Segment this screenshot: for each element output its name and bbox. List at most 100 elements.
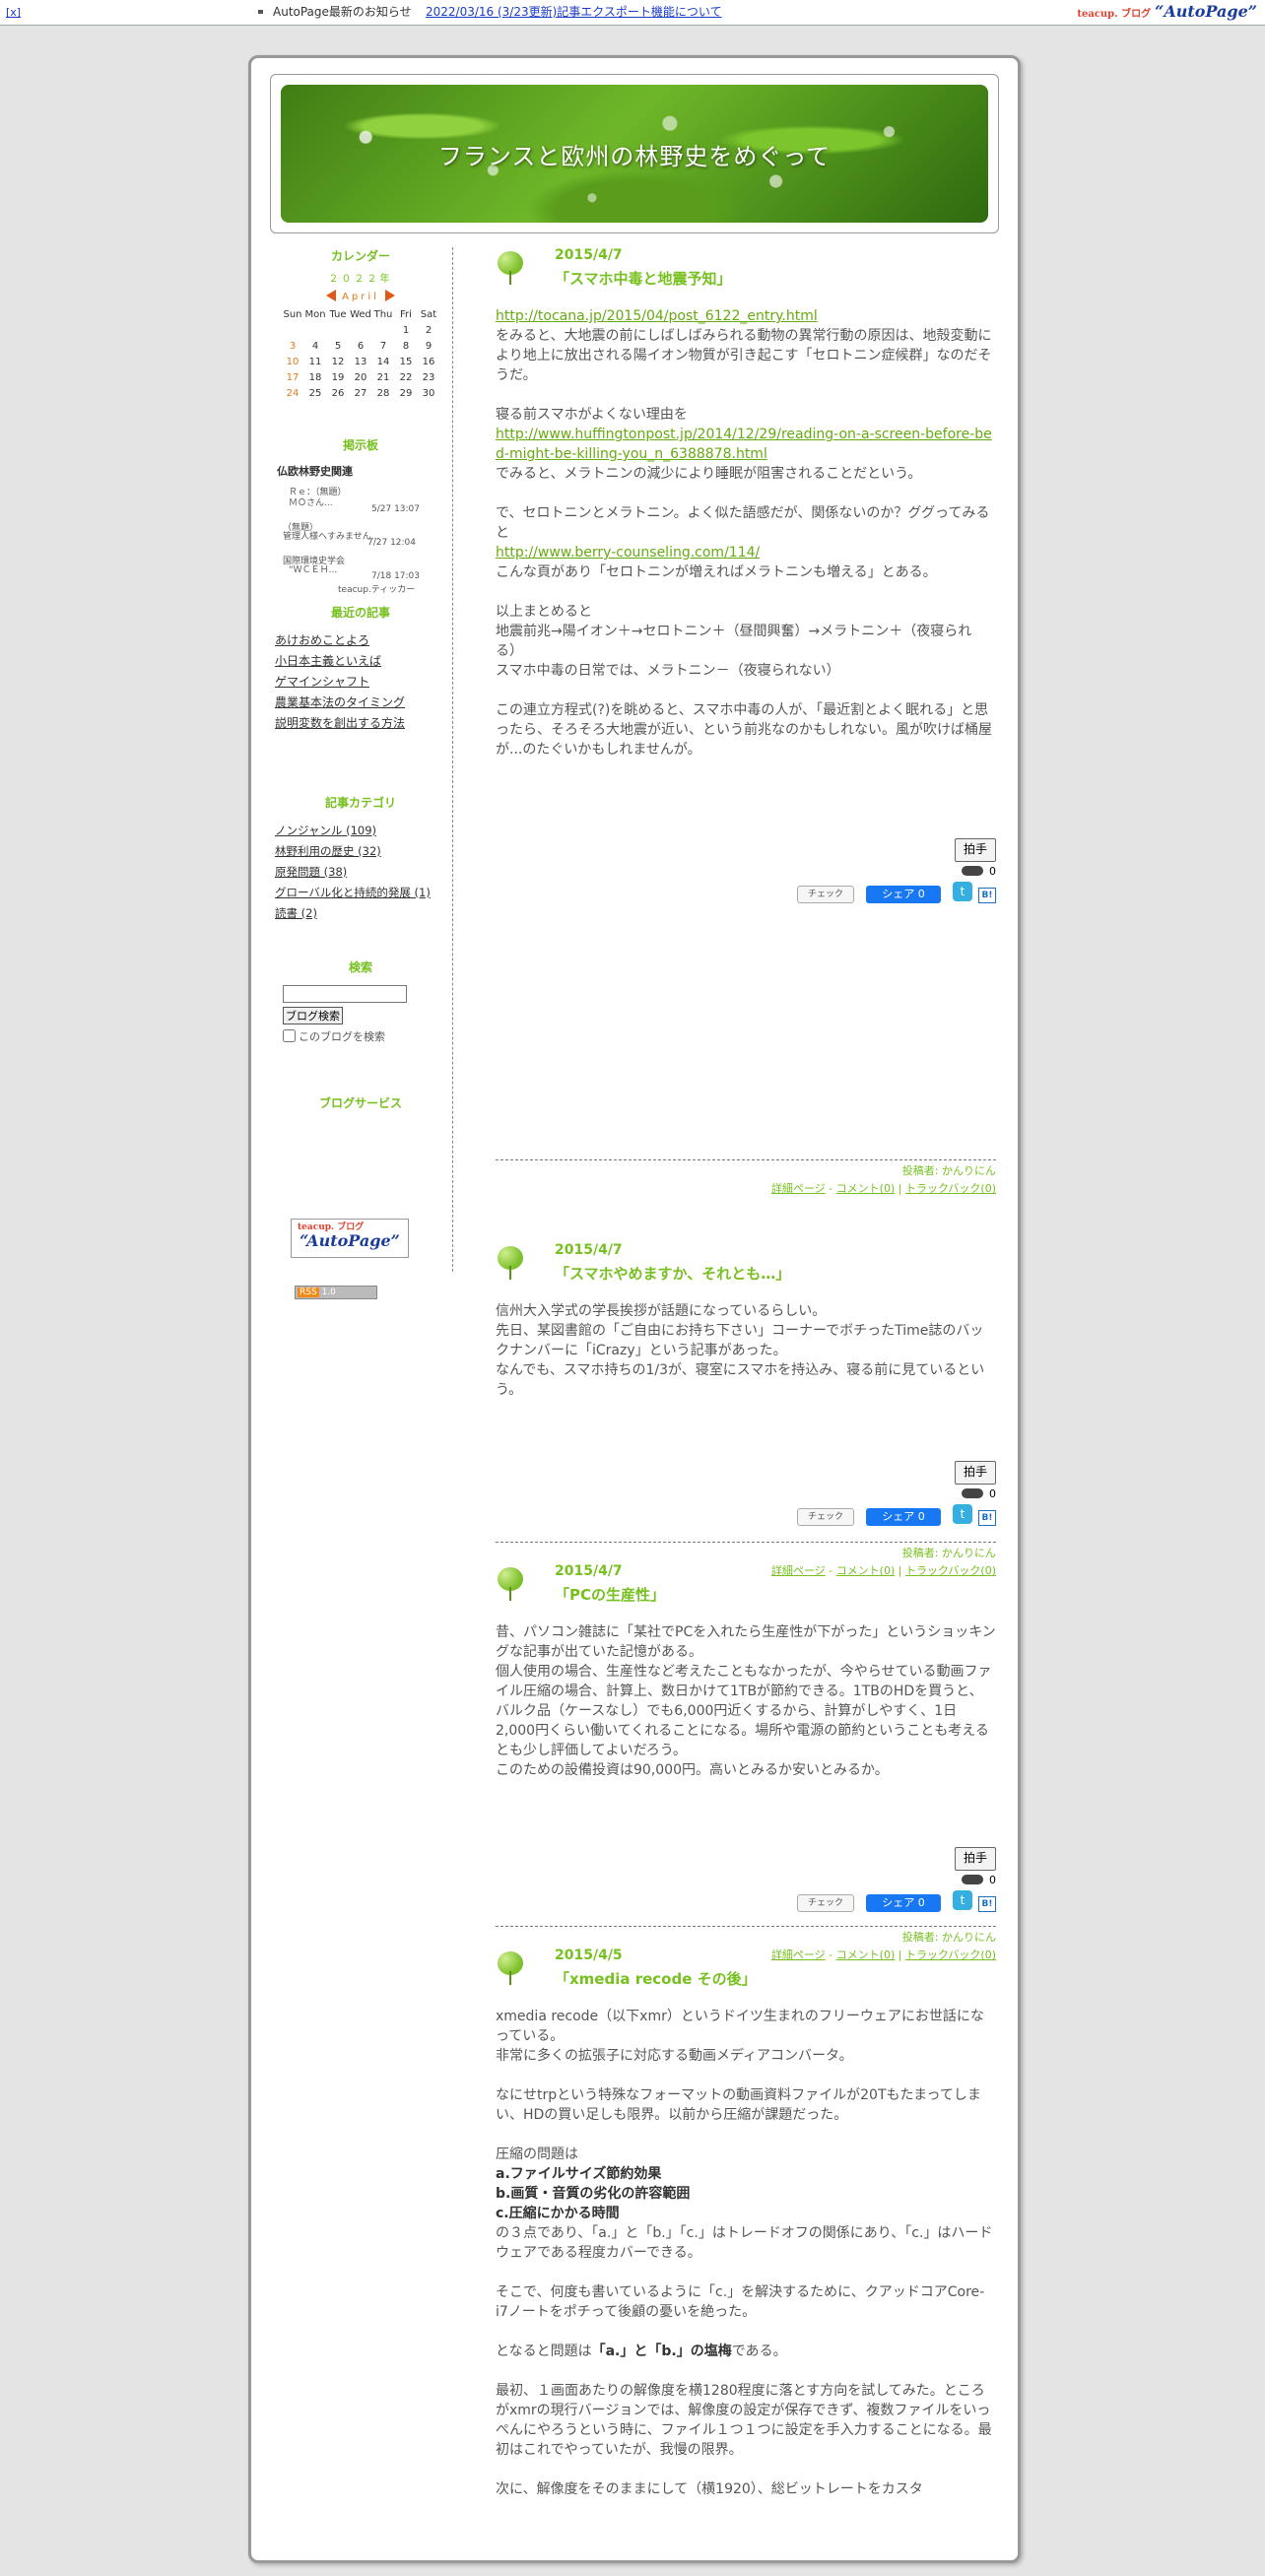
recent-post-link[interactable]: 小日本主義といえば xyxy=(275,654,381,668)
bbs-entry[interactable]: 管理人様へすみません... xyxy=(283,529,379,542)
notice-link[interactable]: 2022/03/16 (3/23更新)記事エクスポート機能について xyxy=(426,0,722,25)
calendar-day: 18 xyxy=(308,371,322,383)
search-scope-label[interactable]: このブログを検索 xyxy=(283,1028,452,1045)
post-text: 圧縮の問題は xyxy=(496,2147,578,2162)
post-date: 2015/4/7 xyxy=(555,247,623,263)
category-link[interactable]: 読書 (2) xyxy=(275,906,317,920)
post-text: 先日、某図書館の「ご自由にお持ち下さい」コーナーでボチったTime誌のバックナン… xyxy=(496,1323,984,1358)
post-text: なんでも、スマホ持ちの1/3が、寝室にスマホを持込み、寝る前に見ているという。 xyxy=(496,1362,985,1398)
bbs-entry[interactable]: “ＷＣＥＨ... xyxy=(289,562,337,575)
post-link[interactable]: http://www.berry-counseling.com/114/ xyxy=(496,545,760,561)
search-input[interactable] xyxy=(283,985,407,1003)
post-text: 地震前兆→陽イオン＋→セロトニン＋（昼間興奮）→メラトニン＋（夜寝られる） xyxy=(496,624,972,659)
calendar-day xyxy=(372,322,395,338)
detail-link[interactable]: 詳細ページ xyxy=(771,1182,826,1195)
post-title-link[interactable]: 「スマホやめますか、それとも…」 xyxy=(555,1264,790,1284)
clap-count: 0 xyxy=(989,1487,996,1500)
recent-post-link[interactable]: あけおめことよろ xyxy=(275,633,369,647)
bbs-entry-date: 7/18 17:03 xyxy=(371,571,421,581)
post-text: 非常に多くの拡張子に対応する動画メディアコンバータ。 xyxy=(496,2048,853,2064)
calendar-day: 23 xyxy=(422,371,435,383)
rss-label: RSS xyxy=(298,1288,319,1297)
post-title-link[interactable]: 「PCの生産性」 xyxy=(555,1585,665,1605)
category-link[interactable]: 原発問題 (38) xyxy=(275,865,347,879)
post-body: http://tocana.jp/2015/04/post_6122_entry… xyxy=(496,306,996,760)
prev-month-arrow-icon[interactable] xyxy=(326,290,337,301)
blog-post: 2015/4/7 「スマホやめますか、それとも…」 信州大入学式の学長挨拶が話題… xyxy=(496,1240,996,1577)
recent-post-link[interactable]: 農業基本法のタイミング xyxy=(275,695,405,709)
comment-link[interactable]: コメント(0) xyxy=(836,1182,896,1195)
calendar-title: カレンダー xyxy=(330,249,390,263)
weekday-label: Wed xyxy=(350,308,371,320)
check-button[interactable]: チェック xyxy=(797,1508,854,1526)
post-text: 個人使用の場合、生産性など考えたこともなかったが、今やらせている動画ファイル圧縮… xyxy=(496,1664,992,1758)
category-link[interactable]: グローバル化と持続的発展 (1) xyxy=(275,886,431,899)
calendar-day: 5 xyxy=(334,340,342,352)
blog-header: フランスと欧州の林野史をめぐって xyxy=(270,74,999,233)
weekday-label: Sat xyxy=(420,308,437,320)
twitter-icon[interactable]: t xyxy=(953,1890,972,1910)
post-link[interactable]: http://www.huffingtonpost.jp/2014/12/29/… xyxy=(496,427,992,462)
post-title-link[interactable]: 「スマホ中毒と地震予知」 xyxy=(555,269,732,289)
clap-button[interactable]: 拍手 xyxy=(955,1461,996,1485)
post-text: 最初、１画面あたりの解像度を横1280程度に落とす方向を試してみた。ところがxm… xyxy=(496,2383,992,2458)
hatena-bookmark-button[interactable]: B! xyxy=(978,1510,996,1526)
category-link[interactable]: ノンジャンル (109) xyxy=(275,824,376,837)
category-link[interactable]: 林野利用の歴史 (32) xyxy=(275,844,381,858)
weekday-label: Mon xyxy=(304,308,326,320)
next-month-arrow-icon[interactable] xyxy=(384,290,395,301)
recent-post-link[interactable]: ゲマインシャフト xyxy=(275,675,369,689)
autopage-badge[interactable]: teacup. ブログ “AutoPage” xyxy=(291,1219,409,1258)
post-footer: 投稿者: かんりにん 詳細ページ - コメント(0) | トラックバック(0) xyxy=(496,1159,996,1198)
calendar-day: 10 xyxy=(286,356,300,367)
post-text: なにせtrpという特殊なフォーマットの動画資料ファイルが20Tもたまってしまい、… xyxy=(496,2087,981,2123)
post-link[interactable]: http://tocana.jp/2015/04/post_6122_entry… xyxy=(496,308,818,324)
post-text: 以上まとめると xyxy=(496,604,592,620)
facebook-share-button[interactable]: シェア 0 xyxy=(866,1894,941,1912)
weekday-label: Thu xyxy=(373,308,393,320)
twitter-icon[interactable]: t xyxy=(953,882,972,901)
clover-icon xyxy=(496,1951,525,1985)
post-text: xmedia recode（以下xmr）というドイツ生まれのフリーウェアにお世話… xyxy=(496,2009,984,2044)
autopage-label: “AutoPage” xyxy=(1155,2,1257,21)
blog-banner[interactable]: フランスと欧州の林野史をめぐって xyxy=(281,85,988,223)
calendar-day: 20 xyxy=(354,371,367,383)
calendar-day: 22 xyxy=(399,371,413,383)
facebook-share-button[interactable]: シェア 0 xyxy=(866,886,941,903)
share-buttons: チェック シェア 0 t B! xyxy=(789,882,996,905)
check-button[interactable]: チェック xyxy=(797,886,854,903)
blog-search-button[interactable]: ブログ検索 xyxy=(283,1007,343,1024)
twitter-icon[interactable]: t xyxy=(953,1504,972,1524)
category-section: 記事カテゴリ ノンジャンル (109) 林野利用の歴史 (32) 原発問題 (3… xyxy=(269,794,452,924)
calendar-day: 27 xyxy=(354,387,367,399)
calendar-table: Sun Mon Tue Wed Thu Fri Sat 1 2 3 4 5 6 … xyxy=(282,306,440,401)
bbs-ticker-footer[interactable]: teacup.ティッカー xyxy=(338,582,415,595)
calendar-day: 21 xyxy=(376,371,390,383)
blog-post: 2015/4/7 「PCの生産性」 昔、パソコン雑誌に「某社でPCを入れたら生産… xyxy=(496,1561,996,1961)
clap-button[interactable]: 拍手 xyxy=(955,1847,996,1871)
post-title-link[interactable]: 「xmedia recode その後」 xyxy=(555,1969,757,1989)
recent-posts-section: 最近の記事 あけおめことよろ 小日本主義といえば ゲマインシャフト 農業基本法の… xyxy=(269,604,452,734)
autopage-logo[interactable]: teacup. ブログ “AutoPage” xyxy=(1077,2,1257,25)
trackback-link[interactable]: トラックバック(0) xyxy=(905,1182,996,1195)
calendar-day: 28 xyxy=(376,387,390,399)
post-body: 昔、パソコン雑誌に「某社でPCを入れたら生産性が下がった」というショッキングな記… xyxy=(496,1622,996,1780)
hatena-bookmark-button[interactable]: B! xyxy=(978,1896,996,1912)
post-text: 昔、パソコン雑誌に「某社でPCを入れたら生産性が下がった」というショッキングな記… xyxy=(496,1624,996,1660)
rss-badge[interactable]: RSS 1.0 xyxy=(295,1286,377,1299)
bbs-entry[interactable]: ＭＯさん... xyxy=(289,495,333,508)
clap-button[interactable]: 拍手 xyxy=(955,838,996,862)
search-this-blog-checkbox[interactable] xyxy=(283,1029,296,1042)
facebook-share-button[interactable]: シェア 0 xyxy=(866,1508,941,1526)
hatena-bookmark-button[interactable]: B! xyxy=(978,888,996,903)
close-topbar-link[interactable]: [x] xyxy=(6,0,21,25)
calendar-day: 4 xyxy=(311,340,319,352)
calendar-day: 17 xyxy=(286,371,300,383)
search-section: 検索 ブログ検索 このブログを検索 xyxy=(269,958,452,1045)
calendar-section: カレンダー ２０２２年 April Sun Mon Tue Wed Thu Fr… xyxy=(269,247,452,401)
post-text: 次に、解像度をそのままにして（横1920）、総ビットレートをカスタ xyxy=(496,2481,923,2497)
bbs-ticker: Ｒｅ：（無題） ＭＯさん... 5/27 13:07 （無題） 管理人様へすみま… xyxy=(283,485,452,595)
weekday-label: Tue xyxy=(329,308,347,320)
recent-post-link[interactable]: 説明変数を創出する方法 xyxy=(275,716,405,730)
check-button[interactable]: チェック xyxy=(797,1894,854,1912)
